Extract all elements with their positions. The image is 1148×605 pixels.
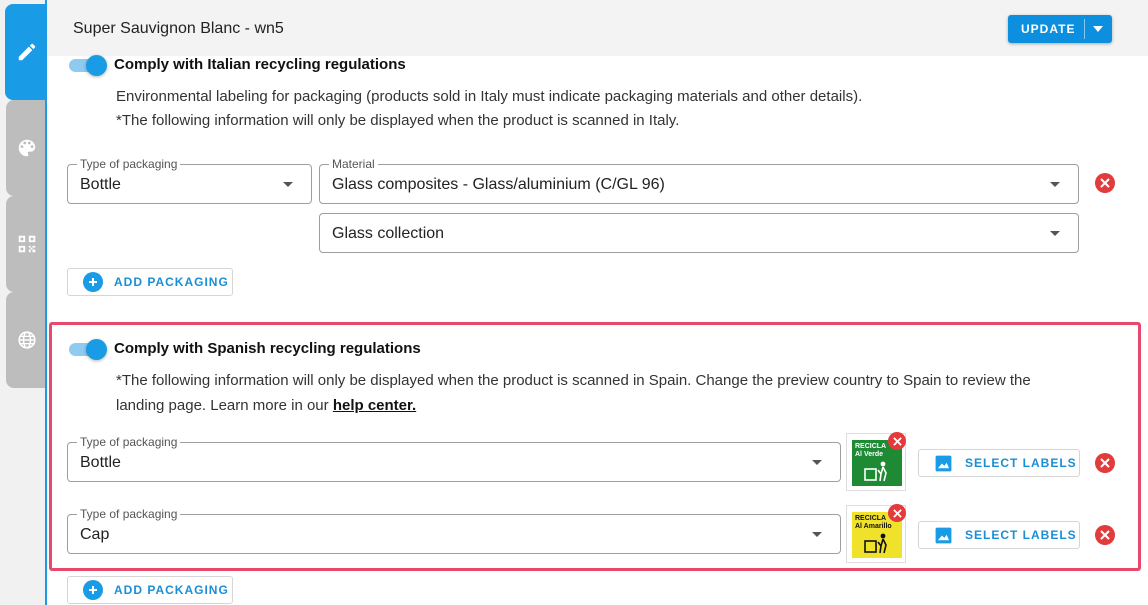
caret-down-icon bbox=[812, 532, 822, 537]
spain-toggle[interactable] bbox=[69, 339, 107, 360]
field-value: Glass collection bbox=[332, 225, 445, 242]
recycling-label-text: RECICLA Al Amarillo bbox=[855, 515, 892, 530]
add-icon bbox=[83, 272, 103, 292]
select-labels-label: SELECT LABELS bbox=[965, 456, 1077, 470]
divider bbox=[1084, 19, 1085, 39]
image-icon bbox=[935, 527, 952, 543]
select-labels-button[interactable]: SELECT LABELS bbox=[918, 449, 1080, 477]
field-label: Type of packaging bbox=[77, 507, 181, 521]
close-icon bbox=[1100, 178, 1110, 188]
recycling-label-text: RECICLA Al Verde bbox=[855, 443, 887, 458]
chevron-down-icon[interactable] bbox=[1093, 26, 1103, 32]
update-button-label: UPDATE bbox=[1021, 22, 1076, 36]
italy-toggle-label: Comply with Italian recycling regulation… bbox=[114, 56, 406, 73]
field-value: Bottle bbox=[80, 176, 121, 193]
recycling-label-thumbnail: RECICLA Al Verde bbox=[846, 432, 906, 491]
remove-label-icon[interactable] bbox=[888, 432, 906, 450]
select-labels-label: SELECT LABELS bbox=[965, 528, 1077, 542]
header: Super Sauvignon Blanc - wn5 UPDATE bbox=[47, 0, 1148, 56]
spain-remove-packaging-button[interactable] bbox=[1095, 453, 1115, 473]
caret-down-icon bbox=[1050, 231, 1060, 236]
caret-down-icon bbox=[283, 182, 293, 187]
italy-packaging-type-select[interactable]: Type of packaging Bottle bbox=[67, 157, 312, 204]
field-value: Bottle bbox=[80, 454, 121, 471]
tab-qr[interactable] bbox=[6, 196, 48, 292]
caret-down-icon bbox=[812, 460, 822, 465]
spain-description-2: landing page. Learn more in our help cen… bbox=[116, 393, 416, 418]
spain-description-text: landing page. Learn more in our bbox=[116, 397, 333, 414]
select-labels-button[interactable]: SELECT LABELS bbox=[918, 521, 1080, 549]
italy-remove-packaging-button[interactable] bbox=[1095, 173, 1115, 193]
palette-icon bbox=[18, 139, 36, 157]
side-tabs bbox=[0, 0, 48, 605]
add-packaging-label: ADD PACKAGING bbox=[114, 583, 229, 597]
spain-packaging-type-select[interactable]: Type of packaging Bottle bbox=[67, 435, 841, 482]
recycling-label-thumbnail: RECICLA Al Amarillo bbox=[846, 504, 906, 563]
field-label: Type of packaging bbox=[77, 157, 181, 171]
spain-description-1: *The following information will only be … bbox=[116, 372, 1031, 389]
italy-material-select[interactable]: Material Glass composites - Glass/alumin… bbox=[319, 157, 1079, 204]
field-value: Cap bbox=[80, 526, 110, 543]
pencil-icon bbox=[18, 43, 35, 61]
close-icon bbox=[1100, 458, 1110, 468]
product-title: Super Sauvignon Blanc - wn5 bbox=[73, 20, 284, 37]
field-label: Type of packaging bbox=[77, 435, 181, 449]
italy-add-packaging-button[interactable]: ADD PACKAGING bbox=[67, 268, 233, 296]
tab-edit[interactable] bbox=[5, 4, 48, 100]
italy-collection-select[interactable]: Glass collection bbox=[319, 213, 1079, 253]
italy-description-1: Environmental labeling for packaging (pr… bbox=[116, 88, 863, 105]
tab-design[interactable] bbox=[6, 100, 48, 196]
main-panel: Super Sauvignon Blanc - wn5 UPDATE Compl… bbox=[45, 0, 1148, 605]
toggle-thumb bbox=[86, 339, 107, 360]
image-icon bbox=[935, 455, 952, 471]
italy-toggle[interactable] bbox=[69, 55, 107, 76]
caret-down-icon bbox=[1050, 182, 1060, 187]
recycle-bin-figure-icon bbox=[864, 461, 887, 482]
remove-label-icon[interactable] bbox=[888, 504, 906, 522]
spain-packaging-type-select[interactable]: Type of packaging Cap bbox=[67, 507, 841, 554]
tab-language[interactable] bbox=[6, 292, 48, 388]
globe-icon bbox=[18, 331, 36, 349]
qr-code-icon bbox=[18, 235, 36, 253]
spain-toggle-label: Comply with Spanish recycling regulation… bbox=[114, 340, 421, 357]
field-value: Glass composites - Glass/aluminium (C/GL… bbox=[332, 176, 665, 193]
spain-remove-packaging-button[interactable] bbox=[1095, 525, 1115, 545]
toggle-thumb bbox=[86, 55, 107, 76]
update-button[interactable]: UPDATE bbox=[1008, 15, 1112, 43]
recycle-bin-figure-icon bbox=[864, 533, 887, 554]
add-packaging-label: ADD PACKAGING bbox=[114, 275, 229, 289]
page: Super Sauvignon Blanc - wn5 UPDATE Compl… bbox=[0, 0, 1148, 605]
italy-description-2: *The following information will only be … bbox=[116, 112, 680, 129]
spain-add-packaging-button[interactable]: ADD PACKAGING bbox=[67, 576, 233, 604]
help-center-link[interactable]: help center. bbox=[333, 397, 416, 414]
close-icon bbox=[1100, 530, 1110, 540]
add-icon bbox=[83, 580, 103, 600]
field-label: Material bbox=[329, 157, 378, 171]
